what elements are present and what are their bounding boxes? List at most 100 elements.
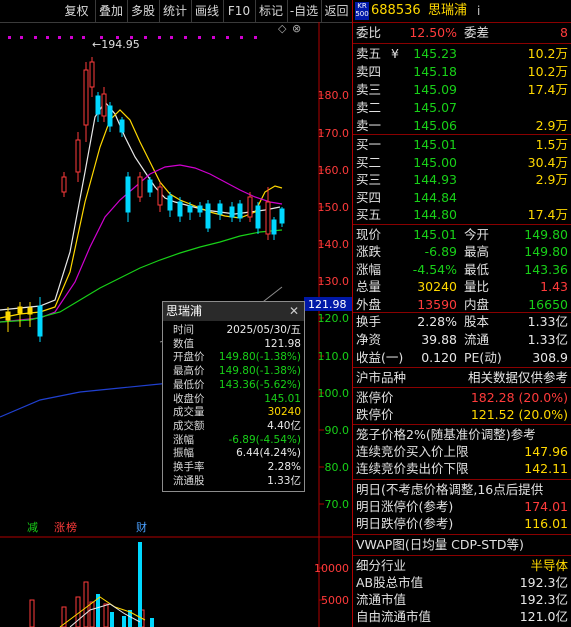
tooltip-row-label: 开盘价 [173, 351, 205, 364]
bid-level-row[interactable]: 买三 144.93 2.9万 [353, 171, 571, 189]
bid-level-row[interactable]: 买五 144.80 17.4万 [353, 206, 571, 224]
tooltip-row: 涨幅 -6.89(-4.54%) [163, 434, 304, 447]
toolbar-mark-button[interactable]: 标记 [255, 0, 288, 22]
tooltip-row-label: 换手率 [173, 461, 205, 473]
quote-stat-row: 总量 30240 量比 1.43 [353, 278, 571, 296]
toolbar-back-button[interactable]: 返回 [321, 0, 353, 22]
toolbar-overlay-button[interactable]: 叠加 [95, 0, 128, 22]
ask-level-row[interactable]: 卖二 145.07 [353, 99, 571, 117]
bid-level-label: 买一 [356, 137, 382, 152]
weibi-row: 委比 12.50% 委差 8 [356, 25, 568, 40]
ask-level-volume: 10.2万 [527, 46, 568, 61]
tooltip-title-bar: 思瑞浦 ✕ [163, 302, 304, 321]
event-marker-limit-up[interactable]: 涨 [54, 521, 65, 534]
bid-level-price: 144.80 [413, 207, 457, 223]
quote-panel: KR 500 688536 思瑞浦 i 委比 12.50% 委差 8 卖五 ¥145… [352, 0, 571, 627]
bid-level-row[interactable]: 买二 145.00 30.4万 [353, 154, 571, 172]
stat-value: 149.80 [524, 244, 568, 260]
bid-level-label: 买五 [356, 207, 382, 223]
tooltip-row: 收盘价 145.01 [163, 393, 304, 406]
ask-level-row[interactable]: 卖一 145.06 2.9万 [353, 117, 571, 135]
bid-level-row[interactable]: 买一 145.01 1.5万 [353, 136, 571, 154]
tooltip-row: 最低价 143.36(-5.62%) [163, 379, 304, 392]
toolbar-remove-watchlist-button[interactable]: -自选 [287, 0, 322, 22]
ask-level-price: 145.18 [413, 64, 457, 79]
toolbar-stats-button[interactable]: 统计 [159, 0, 192, 22]
bid-level-volume: 17.4万 [527, 207, 568, 223]
tomorrow-title-row: 明日(不考虑价格调整,16点后提供 [356, 482, 544, 497]
fundamental-label: 股本 [464, 314, 490, 329]
price-tick-180: 180.0 [318, 89, 350, 102]
bid-level-price: 144.93 [413, 172, 457, 188]
bid-level-label: 买三 [356, 172, 382, 188]
fundamental-value: 0.120 [421, 349, 457, 365]
event-marker-ranking[interactable]: 榜 [66, 520, 77, 534]
tooltip-row-value: 2025/05/30/五 [226, 324, 301, 336]
ask-level-row[interactable]: 卖五 ¥145.23 10.2万 [353, 45, 571, 63]
stat-label: 涨跌 [356, 244, 382, 260]
tooltip-row-value: 6.44(4.24%) [236, 447, 301, 460]
toolbar-f10-button[interactable]: F10 [223, 0, 256, 22]
volume-tick-10000: 10000 [314, 562, 349, 575]
stat-label: 最低 [464, 261, 490, 277]
ask-level-label: 卖一 [356, 118, 382, 133]
toolbar-fuquan-button[interactable]: 复权 [58, 0, 96, 22]
free-float-cap-row: 自由流通市值 121.0亿 [356, 609, 568, 624]
tooltip-row-label: 最高价 [173, 365, 205, 378]
limit-up-row: 涨停价 182.28 (20.0%) [356, 390, 568, 405]
cage-title-row: 笼子价格2%(随基准价调整)参考 [356, 427, 536, 442]
tooltip-row-label: 振幅 [173, 447, 194, 460]
tooltip-title: 思瑞浦 [166, 304, 203, 318]
candle-tooltip: 思瑞浦 ✕ 时间 2025/05/30/五 数值 121.98 开盘价 149.80(-1… [162, 301, 305, 492]
tooltip-row-label: 数值 [173, 337, 194, 350]
price-tick-130: 130.0 [318, 275, 350, 288]
price-tick-120: 120.0 [318, 312, 350, 325]
ab-market-cap-row: AB股总市值 192.3亿 [356, 575, 568, 590]
price-tick-70: 70.0 [325, 498, 350, 511]
tomorrow-down-row: 明日跌停价(参考) 116.01 [356, 516, 568, 531]
ask-level-mark: ¥ [391, 46, 399, 61]
cage-sell-row: 连续竞价卖出价下限 142.11 [356, 461, 568, 476]
ask-level-row[interactable]: 卖三 145.09 17.4万 [353, 81, 571, 99]
stat-label: 最高 [464, 244, 490, 260]
tooltip-row: 开盘价 149.80(-1.38%) [163, 351, 304, 364]
tooltip-row: 流通股 1.33亿 [163, 475, 304, 488]
stat-value: -6.89 [424, 244, 457, 260]
price-tick-110: 110.0 [318, 350, 350, 363]
stat-value: 149.80 [524, 227, 568, 242]
ask-level-label: 卖五 [356, 46, 382, 61]
price-tick-150: 150.0 [318, 201, 350, 214]
info-icon[interactable]: i [477, 2, 480, 20]
price-tick-90: 90.0 [325, 424, 350, 437]
event-marker-financial[interactable]: 财 [136, 520, 147, 534]
vwap-row[interactable]: VWAP图(日均量 CDP-STD等) [353, 536, 571, 554]
bid-level-row[interactable]: 买四 144.84 [353, 189, 571, 207]
tooltip-row-value: 149.80(-1.38%) [218, 365, 301, 378]
tooltip-close-icon[interactable]: ✕ [289, 302, 299, 321]
tooltip-row-label: 流通股 [173, 474, 205, 487]
tooltip-row-value: 30240 [267, 406, 301, 419]
ask-level-volume: 10.2万 [527, 64, 568, 79]
tooltip-row: 振幅 6.44(4.24%) [163, 447, 304, 460]
tooltip-row-label: 成交量 [173, 406, 205, 419]
stock-code: 688536 [371, 3, 421, 18]
quote-stat-row: 涨幅 -4.54% 最低 143.36 [353, 261, 571, 279]
event-marker-reduce[interactable]: 减 [27, 521, 38, 534]
stat-label: 涨幅 [356, 261, 382, 277]
toolbar-multi-stock-button[interactable]: 多股 [127, 0, 160, 22]
tooltip-row: 成交量 30240 [163, 406, 304, 419]
ask-level-label: 卖三 [356, 82, 382, 97]
volume-pane: 10000 5000 [29, 542, 349, 627]
price-tick-100: 100.0 [318, 387, 350, 400]
market-type-row: 沪市品种 相关数据仅供参考 [356, 370, 568, 385]
toolbar-draw-line-button[interactable]: 画线 [191, 0, 224, 22]
chart-toolbar: 复权 叠加 多股 统计 画线 F10 标记 -自选 返回 [0, 0, 353, 23]
ask-level-row[interactable]: 卖四 145.18 10.2万 [353, 63, 571, 81]
fundamental-value: 39.88 [421, 331, 457, 347]
bid-level-label: 买二 [356, 154, 382, 170]
stat-value: 1.43 [540, 279, 568, 295]
tooltip-row: 换手率 2.28% [163, 461, 304, 474]
ask-level-price: 145.09 [413, 82, 457, 97]
ask-level-price: 145.23 [413, 46, 457, 61]
tooltip-row-value: 4.40亿 [267, 419, 301, 432]
